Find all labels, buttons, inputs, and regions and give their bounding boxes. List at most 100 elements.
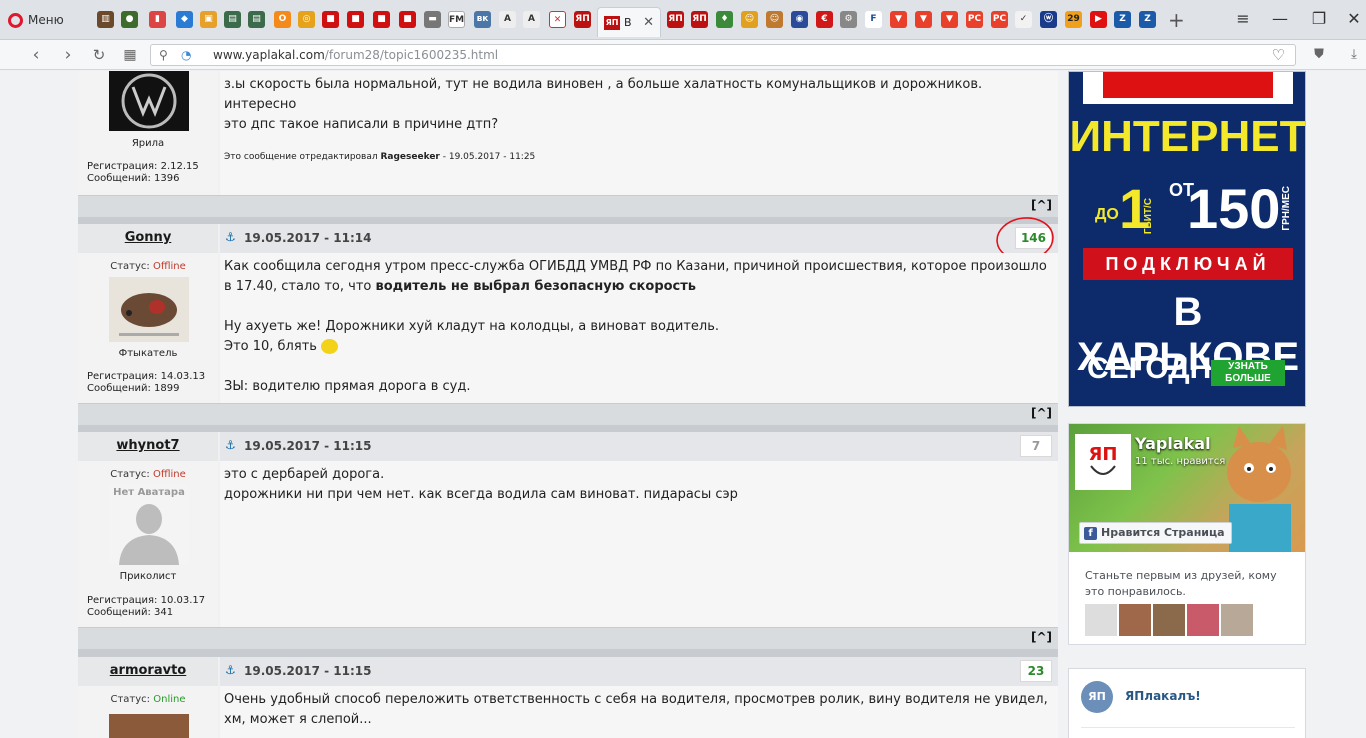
bookmark-tab-icon[interactable]: РС bbox=[991, 11, 1008, 28]
new-tab-plus-icon[interactable]: + bbox=[1168, 8, 1185, 32]
odnoklassniki-tab-icon[interactable]: О bbox=[274, 11, 291, 28]
bookmark-tab-icon[interactable]: ☺ bbox=[741, 11, 758, 28]
active-browser-tab[interactable]: ЯП B ✕ bbox=[597, 7, 661, 37]
post-text-line: Это 10, блять bbox=[224, 337, 1050, 357]
bookmark-tab-icon[interactable]: ♦ bbox=[716, 11, 733, 28]
bookmark-tab-icon[interactable]: Z bbox=[1114, 11, 1131, 28]
facebook-page-name[interactable]: Yaplakal bbox=[1135, 434, 1211, 453]
bookmark-tab-icon[interactable]: ☺ bbox=[766, 11, 783, 28]
forum-post: whynot7 ⚓ 19.05.2017 - 11:15 7 Статус: O… bbox=[78, 431, 1058, 649]
yaplakal-tab-icon[interactable]: ЯП bbox=[574, 11, 591, 28]
restore-icon[interactable]: ❐ bbox=[1307, 9, 1331, 28]
bookmark-tab-icon[interactable]: ✕ bbox=[549, 11, 566, 28]
friend-avatar[interactable] bbox=[1153, 604, 1185, 636]
anchor-icon[interactable]: ⚓ bbox=[225, 438, 236, 452]
tab-close-icon[interactable]: ✕ bbox=[643, 15, 654, 30]
user-title: Приколист bbox=[119, 571, 177, 582]
post-author-link[interactable]: Gonny bbox=[78, 224, 218, 253]
youtube-tab-icon[interactable]: ▶ bbox=[1090, 11, 1107, 28]
vk-tab-icon[interactable]: вк bbox=[474, 11, 491, 28]
auto-tab-icon[interactable]: A bbox=[499, 11, 516, 28]
bookmark-tab-icon[interactable]: ■ bbox=[322, 11, 339, 28]
bookmark-tab-icon[interactable]: € bbox=[816, 11, 833, 28]
bookmark-tab-icon[interactable]: ▼ bbox=[890, 11, 907, 28]
auto-tab-icon[interactable]: A bbox=[523, 11, 540, 28]
reload-icon[interactable]: ↻ bbox=[89, 45, 109, 65]
bookmark-tab-icon[interactable]: Z bbox=[1139, 11, 1156, 28]
friend-avatar[interactable] bbox=[1221, 604, 1253, 636]
scroll-top-button[interactable]: [^] bbox=[1031, 630, 1052, 644]
user-status: Статус: Online bbox=[110, 694, 186, 705]
ad-learn-more-button[interactable]: УЗНАТЬ БОЛЬШЕ bbox=[1211, 360, 1285, 386]
vk-group-name[interactable]: ЯПлакалъ! bbox=[1125, 689, 1201, 703]
user-avatar[interactable] bbox=[109, 71, 189, 131]
bookmark-tab-icon[interactable]: ● bbox=[121, 11, 138, 28]
bookmark-tab-icon[interactable]: ▮ bbox=[149, 11, 166, 28]
anchor-icon[interactable]: ⚓ bbox=[225, 230, 236, 244]
close-window-icon[interactable]: ✕ bbox=[1342, 9, 1366, 28]
speed-dial-grid-icon[interactable]: ▦ bbox=[120, 45, 140, 65]
bookmark-tab-icon[interactable]: ■ bbox=[347, 11, 364, 28]
facebook-widget: ЯП Yaplakal 11 тыс. нравится f Нравится … bbox=[1068, 423, 1306, 645]
friend-avatar[interactable] bbox=[1187, 604, 1219, 636]
anchor-icon[interactable]: ⚓ bbox=[225, 663, 236, 677]
bookmark-tab-icon[interactable]: ◎ bbox=[298, 11, 315, 28]
forum-topic: Ярила Регистрация: 2.12.15 Сообщений: 13… bbox=[78, 71, 1058, 738]
volkswagen-logo-icon bbox=[121, 73, 177, 129]
scroll-top-button[interactable]: [^] bbox=[1031, 198, 1052, 212]
user-avatar[interactable] bbox=[109, 714, 189, 738]
vpn-shield-icon[interactable]: ⛊ bbox=[1309, 45, 1329, 65]
user-registration: Регистрация: 2.12.15 Сообщений: 1396 bbox=[87, 161, 199, 184]
facebook-like-button[interactable]: f Нравится Страница bbox=[1079, 522, 1232, 544]
vk-group-logo[interactable]: ЯП bbox=[1081, 681, 1113, 713]
forum-post: Ярила Регистрация: 2.12.15 Сообщений: 13… bbox=[78, 71, 1058, 217]
speed-gauge-icon[interactable]: ◔ bbox=[181, 48, 191, 62]
bookmark-tab-icon[interactable]: ■ bbox=[399, 11, 416, 28]
friend-avatar[interactable] bbox=[1085, 604, 1117, 636]
divider bbox=[1081, 727, 1295, 728]
gear-tab-icon[interactable]: ⚙ bbox=[840, 11, 857, 28]
bookmark-tab-icon[interactable]: ▼ bbox=[941, 11, 958, 28]
fm-tab-icon[interactable]: FM bbox=[448, 11, 465, 28]
facebook-cover[interactable]: ЯП Yaplakal 11 тыс. нравится f Нравится … bbox=[1069, 424, 1305, 552]
back-icon[interactable]: ‹ bbox=[26, 45, 46, 65]
yaplakal-tab-icon[interactable]: ЯП bbox=[667, 11, 684, 28]
speed-dial-icon[interactable]: ▥ bbox=[97, 11, 114, 28]
post-rating[interactable]: 23 bbox=[1020, 660, 1052, 682]
ad-brand-logo-icon bbox=[1083, 72, 1293, 104]
scroll-top-button[interactable]: [^] bbox=[1031, 406, 1052, 420]
bookmark-tab-icon[interactable]: РС bbox=[966, 11, 983, 28]
forward-icon[interactable]: › bbox=[58, 45, 78, 65]
user-avatar[interactable] bbox=[109, 277, 189, 342]
post-header: armoravto ⚓ 19.05.2017 - 11:15 23 bbox=[78, 656, 1058, 686]
post-rating[interactable]: 7 bbox=[1020, 435, 1052, 457]
user-avatar[interactable]: Нет Аватара bbox=[109, 485, 189, 565]
bookmark-tab-icon[interactable]: ▤ bbox=[248, 11, 265, 28]
bookmark-heart-icon[interactable]: ♡ bbox=[1272, 46, 1285, 64]
url-field[interactable]: ⚲ ◔ www.yaplakal.com/forum28/topic160023… bbox=[150, 44, 1296, 66]
yaplakal-tab-icon[interactable]: ЯП bbox=[691, 11, 708, 28]
facebook-page-logo[interactable]: ЯП bbox=[1075, 434, 1131, 490]
bookmark-tab-icon[interactable]: ▬ bbox=[424, 11, 441, 28]
page-scrollbar[interactable] bbox=[1352, 71, 1366, 738]
ad-banner[interactable]: ИНТЕРНЕТ ДО 1 ГБИТ/С ОТ 150 ГРН/МЕС ПОДК… bbox=[1068, 71, 1306, 407]
bookmark-tab-icon[interactable]: ■ bbox=[373, 11, 390, 28]
bookmark-tab-icon[interactable]: ▼ bbox=[915, 11, 932, 28]
minimize-icon[interactable]: — bbox=[1268, 9, 1292, 28]
forbes-tab-icon[interactable]: F bbox=[865, 11, 882, 28]
bookmark-tab-icon[interactable]: 29 bbox=[1065, 11, 1082, 28]
bookmark-tab-icon[interactable]: ✓ bbox=[1015, 11, 1032, 28]
bookmark-tab-icon[interactable]: ▣ bbox=[200, 11, 217, 28]
bookmark-tab-icon[interactable]: ▤ bbox=[224, 11, 241, 28]
post-author-link[interactable]: armoravto bbox=[78, 657, 218, 686]
browser-menu-button[interactable]: Меню bbox=[8, 9, 64, 31]
post-body: з.ы скорость была нормальной, тут не вод… bbox=[220, 71, 1058, 195]
bookmark-tab-icon[interactable]: ⓦ bbox=[1040, 11, 1057, 28]
bookmark-tab-icon[interactable]: ◉ bbox=[791, 11, 808, 28]
bookmark-tab-icon[interactable]: ◆ bbox=[176, 11, 193, 28]
post-footer: [^] bbox=[78, 627, 1058, 649]
post-author-link[interactable]: whynot7 bbox=[78, 432, 218, 461]
download-icon[interactable]: ⤓ bbox=[1344, 45, 1364, 65]
tab-menu-icon[interactable]: ≡ bbox=[1231, 9, 1255, 28]
friend-avatar[interactable] bbox=[1119, 604, 1151, 636]
